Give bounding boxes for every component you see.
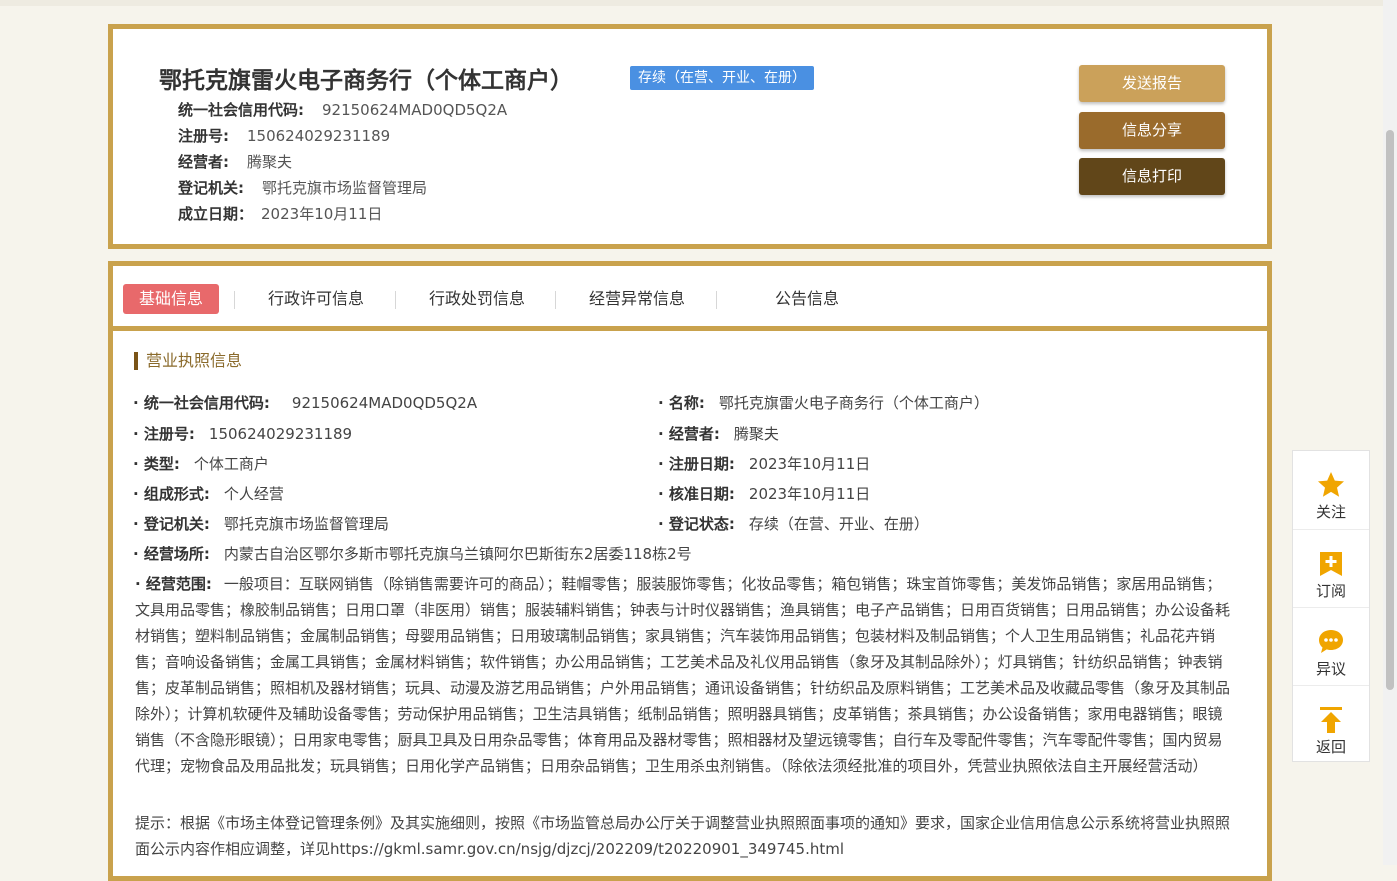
tab-admin-license[interactable]: 行政许可信息 (268, 284, 364, 314)
notice-text: 提示：根据《市场主体登记管理条例》及其实施细则，按照《市场监管总局办公厅关于调整… (135, 814, 1231, 858)
business-scope-label: · 经营范围: (135, 575, 212, 593)
page-scrollbar[interactable] (1383, 0, 1397, 865)
header-authority-label: 登记机关: (178, 179, 244, 197)
back-to-top-button[interactable]: 返回 (1293, 685, 1369, 764)
field-value: 个体工商户 (193, 455, 269, 473)
field-value: 150624029231189 (208, 425, 353, 443)
field-org-form: · 组成形式: 个人经营 (133, 483, 284, 504)
field-value: 2023年10月11日 (748, 485, 871, 503)
tab-separator (234, 291, 235, 309)
header-reg-no-value: 150624029231189 (247, 127, 391, 145)
header-credit-code-label: 统一社会信用代码: (178, 101, 304, 119)
header-authority: 登记机关: 鄂托克旗市场监督管理局 (178, 177, 427, 198)
header-operator-value: 腾聚夫 (247, 153, 293, 171)
business-scope: · 经营范围: 一般项目：互联网销售（除销售需要许可的商品）；鞋帽零售；服装服饰零… (135, 571, 1235, 779)
comment-icon (1319, 630, 1343, 653)
field-name: · 名称: 鄂托克旗雷火电子商务行（个体工商户） (658, 392, 989, 413)
tab-bar: 基础信息 行政许可信息 行政处罚信息 经营异常信息 公告信息 (113, 266, 1267, 331)
field-label: · 名称: (658, 394, 705, 412)
tab-announcements[interactable]: 公告信息 (775, 284, 839, 314)
share-info-button[interactable]: 信息分享 (1079, 112, 1225, 149)
tab-abnormal-operation[interactable]: 经营异常信息 (589, 284, 685, 314)
tab-separator (716, 291, 717, 309)
field-value: 内蒙古自治区鄂尔多斯市鄂托克旗乌兰镇阿尔巴斯街东2居委118栋2号 (223, 545, 692, 563)
field-value: 腾聚夫 (733, 425, 779, 443)
tab-basic-info[interactable]: 基础信息 (123, 284, 220, 314)
field-value: 92150624MAD0QD5Q2A (291, 394, 478, 412)
field-operator: · 经营者: 腾聚夫 (658, 423, 779, 444)
field-label: · 组成形式: (133, 485, 210, 503)
field-label: · 经营场所: (133, 545, 210, 563)
main-info-card: 基础信息 行政许可信息 行政处罚信息 经营异常信息 公告信息 营业执照信息 · … (108, 261, 1272, 881)
company-name: 鄂托克旗雷火电子商务行（个体工商户） (159, 68, 573, 94)
floating-sidebar: 关注 订阅 异议 返回 (1292, 450, 1370, 762)
field-value: 2023年10月11日 (748, 455, 871, 473)
follow-button[interactable]: 关注 (1293, 451, 1369, 529)
field-label: · 登记机关: (133, 515, 210, 533)
status-badge: 存续（在营、开业、在册） (630, 66, 814, 90)
subscribe-button[interactable]: 订阅 (1293, 529, 1369, 608)
field-authority: · 登记机关: 鄂托克旗市场监督管理局 (133, 513, 389, 534)
field-value: 鄂托克旗雷火电子商务行（个体工商户） (718, 394, 989, 412)
page-top-strip (0, 0, 1397, 6)
header-founded-label: 成立日期： (178, 205, 254, 223)
field-reg-status: · 登记状态: 存续（在营、开业、在册） (658, 513, 929, 534)
header-credit-code-value: 92150624MAD0QD5Q2A (322, 101, 508, 119)
header-operator-label: 经营者: (178, 153, 229, 171)
field-label: · 注册日期: (658, 455, 735, 473)
field-credit-code: · 统一社会信用代码: 92150624MAD0QD5Q2A (133, 392, 477, 413)
subscribe-label: 订阅 (1315, 582, 1346, 600)
field-reg-date: · 注册日期: 2023年10月11日 (658, 453, 870, 474)
add-bookmark-icon (1320, 552, 1342, 576)
scrollbar-thumb[interactable] (1386, 130, 1394, 690)
field-value: 鄂托克旗市场监督管理局 (223, 515, 389, 533)
field-reg-no: · 注册号: 150624029231189 (133, 423, 352, 444)
header-founded-value: 2023年10月11日 (261, 205, 383, 223)
follow-label: 关注 (1315, 503, 1346, 521)
header-reg-no: 注册号: 150624029231189 (178, 125, 390, 146)
field-label: · 登记状态: (658, 515, 735, 533)
field-value: 存续（在营、开业、在册） (748, 515, 929, 533)
field-label: · 注册号: (133, 425, 195, 443)
header-founded: 成立日期： 2023年10月11日 (178, 203, 382, 224)
back-label: 返回 (1315, 738, 1346, 756)
header-reg-no-label: 注册号: (178, 127, 229, 145)
field-label: · 核准日期: (658, 485, 735, 503)
objection-label: 异议 (1315, 660, 1346, 678)
tab-separator (555, 291, 556, 309)
field-label: · 经营者: (658, 425, 720, 443)
field-address: · 经营场所: 内蒙古自治区鄂尔多斯市鄂托克旗乌兰镇阿尔巴斯街东2居委118栋2号 (133, 543, 692, 564)
field-value: 个人经营 (223, 485, 284, 503)
arrow-up-icon (1320, 707, 1342, 733)
objection-button[interactable]: 异议 (1293, 607, 1369, 686)
header-credit-code: 统一社会信用代码: 92150624MAD0QD5Q2A (178, 99, 507, 120)
tab-separator (395, 291, 396, 309)
field-label: · 统一社会信用代码: (133, 394, 270, 412)
header-authority-value: 鄂托克旗市场监督管理局 (262, 179, 428, 197)
section-title-license: 营业执照信息 (134, 352, 242, 370)
star-icon (1318, 472, 1344, 497)
field-label: · 类型: (133, 455, 180, 473)
business-scope-text: 一般项目：互联网销售（除销售需要许可的商品）；鞋帽零售；服装服饰零售；化妆品零售… (135, 575, 1231, 775)
field-type: · 类型: 个体工商户 (133, 453, 269, 474)
field-approval-date: · 核准日期: 2023年10月11日 (658, 483, 870, 504)
company-header-card: 鄂托克旗雷火电子商务行（个体工商户） 存续（在营、开业、在册） 统一社会信用代码… (108, 24, 1272, 249)
send-report-button[interactable]: 发送报告 (1079, 65, 1225, 102)
tab-admin-penalty[interactable]: 行政处罚信息 (429, 284, 525, 314)
print-info-button[interactable]: 信息打印 (1079, 158, 1225, 195)
header-operator: 经营者: 腾聚夫 (178, 151, 292, 172)
